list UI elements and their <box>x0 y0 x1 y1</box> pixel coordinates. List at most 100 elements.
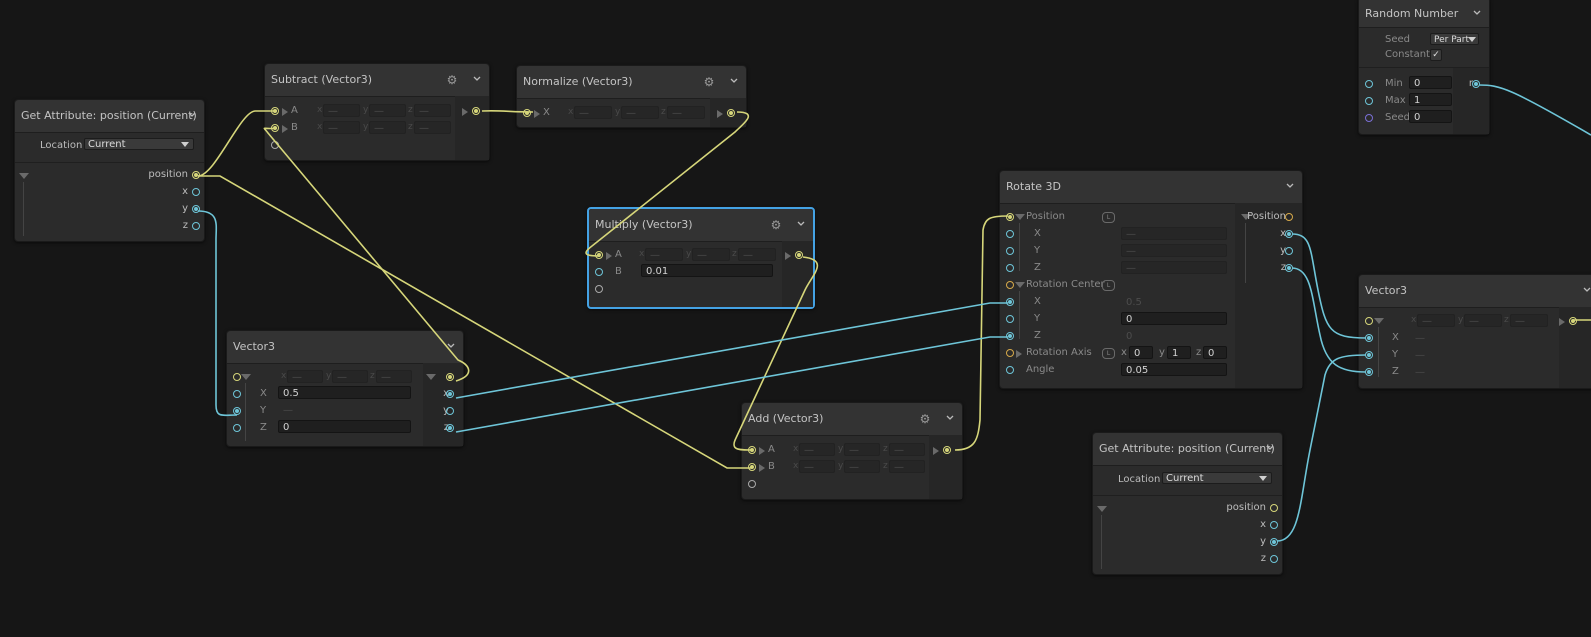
input-port-vector[interactable] <box>1365 317 1373 325</box>
expand-triangle-icon[interactable] <box>1015 214 1025 220</box>
b-y-field[interactable]: — <box>844 460 880 473</box>
b-x-field[interactable]: — <box>323 121 360 134</box>
axis-x-field[interactable]: 0 <box>1129 346 1153 359</box>
output-port-position[interactable] <box>1285 213 1293 221</box>
lock-icon[interactable]: L <box>1102 348 1115 359</box>
vec-z-field[interactable]: — <box>1510 314 1548 327</box>
chevron-down-icon[interactable] <box>1472 8 1482 18</box>
node-header[interactable]: Add (Vector3) ⚙ <box>742 403 962 436</box>
a-x-field[interactable]: — <box>323 104 360 117</box>
vec-y-field[interactable]: — <box>1464 314 1502 327</box>
x-y-field[interactable]: — <box>621 106 659 119</box>
output-port-x[interactable] <box>446 390 454 398</box>
x-value-field[interactable]: — <box>1410 331 1546 344</box>
node-header[interactable]: Random Number <box>1359 0 1489 28</box>
input-port-rotation-center[interactable] <box>1006 281 1014 289</box>
z-value-field[interactable]: 0 <box>278 420 411 433</box>
position-z-field[interactable]: — <box>1121 261 1227 274</box>
input-port-b[interactable] <box>271 124 279 132</box>
constant-checkbox[interactable]: ✓ <box>1430 49 1442 61</box>
add-input-port[interactable] <box>271 141 279 149</box>
vec-x-field[interactable]: — <box>287 370 323 383</box>
seed-mode-dropdown[interactable]: Per Part <box>1430 33 1479 45</box>
expand-arrow-icon[interactable] <box>759 447 765 455</box>
output-port-vector[interactable] <box>1569 317 1577 325</box>
input-port-rc-z[interactable] <box>1006 332 1014 340</box>
node-header[interactable]: Subtract (Vector3) ⚙ <box>265 64 489 97</box>
node-header[interactable]: Multiply (Vector3) ⚙ <box>589 209 813 242</box>
min-field[interactable]: 0 <box>1409 76 1452 89</box>
input-port-z[interactable] <box>1365 368 1373 376</box>
gear-icon[interactable]: ⚙ <box>445 73 459 87</box>
b-x-field[interactable]: — <box>799 460 835 473</box>
node-header[interactable]: Normalize (Vector3) ⚙ <box>517 66 746 99</box>
vec-x-field[interactable]: — <box>1417 314 1455 327</box>
max-field[interactable]: 1 <box>1409 93 1452 106</box>
input-port-position-x[interactable] <box>1006 230 1014 238</box>
a-y-field[interactable]: — <box>844 443 880 456</box>
expand-arrow-icon[interactable] <box>1016 350 1022 358</box>
output-port-z[interactable] <box>1270 555 1278 563</box>
input-port-a[interactable] <box>595 251 603 259</box>
input-port-b[interactable] <box>595 268 603 276</box>
chevron-down-icon[interactable] <box>446 341 456 351</box>
expand-arrow-icon[interactable] <box>606 252 612 260</box>
vector3-node[interactable]: Vector3 x — y — z — X 0.5 Y — Z 0 x y z <box>226 330 464 447</box>
expand-arrow-icon[interactable] <box>534 110 540 118</box>
random-number-node[interactable]: Random Number Seed Per Part Constant ✓ M… <box>1358 0 1490 135</box>
y-value-field[interactable]: — <box>278 403 411 416</box>
output-port[interactable] <box>943 446 951 454</box>
a-y-field[interactable]: — <box>369 104 406 117</box>
lock-icon[interactable]: L <box>1102 280 1115 291</box>
chevron-down-icon[interactable] <box>1265 443 1275 453</box>
input-port-z[interactable] <box>233 424 241 432</box>
output-port-x[interactable] <box>1270 521 1278 529</box>
lock-icon[interactable]: L <box>1102 212 1115 223</box>
node-header[interactable]: Get Attribute: position (Current) <box>1093 433 1282 466</box>
input-port-x[interactable] <box>233 390 241 398</box>
output-port[interactable] <box>472 107 480 115</box>
a-x-field[interactable]: — <box>645 248 683 261</box>
location-dropdown[interactable]: Current <box>1162 472 1272 484</box>
get-attribute-node-2[interactable]: Get Attribute: position (Current) Locati… <box>1092 432 1283 575</box>
node-header[interactable]: Rotate 3D <box>1000 171 1302 204</box>
rc-y-field[interactable]: 0 <box>1121 312 1227 325</box>
input-port-position[interactable] <box>1006 213 1014 221</box>
input-port-seed[interactable] <box>1365 114 1373 122</box>
input-port-a[interactable] <box>748 446 756 454</box>
chevron-down-icon[interactable] <box>1285 181 1295 191</box>
output-port-position[interactable] <box>192 171 200 179</box>
rotate-3d-node[interactable]: Rotate 3D Position L X — Y — Z — Rotatio… <box>999 170 1303 389</box>
node-header[interactable]: Vector3 <box>1359 275 1591 308</box>
expand-arrow-icon[interactable] <box>759 464 765 472</box>
chevron-down-icon[interactable] <box>472 74 482 84</box>
subtract-node[interactable]: Subtract (Vector3) ⚙ A x — y — z — B x —… <box>264 63 490 161</box>
seed-field[interactable]: 0 <box>1409 110 1452 123</box>
input-port-min[interactable] <box>1365 80 1373 88</box>
y-value-field[interactable]: — <box>1410 348 1546 361</box>
output-port-x[interactable] <box>192 188 200 196</box>
vec-y-field[interactable]: — <box>332 370 368 383</box>
b-z-field[interactable]: — <box>414 121 451 134</box>
add-input-port[interactable] <box>595 285 603 293</box>
input-port-y[interactable] <box>233 407 241 415</box>
input-port-b[interactable] <box>748 463 756 471</box>
output-port-y[interactable] <box>1285 247 1293 255</box>
vec-z-field[interactable]: — <box>376 370 412 383</box>
expand-triangle-icon[interactable] <box>1097 506 1107 512</box>
multiply-node[interactable]: Multiply (Vector3) ⚙ A x — y — z — B 0.0… <box>587 207 815 309</box>
b-value-field[interactable]: 0.01 <box>641 264 773 277</box>
output-port-x[interactable] <box>1285 230 1293 238</box>
output-port-z[interactable] <box>192 222 200 230</box>
axis-y-field[interactable]: 1 <box>1167 346 1191 359</box>
node-header[interactable]: Get Attribute: position (Current) <box>15 100 204 133</box>
a-x-field[interactable]: — <box>799 443 835 456</box>
input-port-rotation-axis[interactable] <box>1006 349 1014 357</box>
expand-triangle-icon[interactable] <box>241 374 251 380</box>
axis-z-field[interactable]: 0 <box>1203 346 1227 359</box>
input-port-a[interactable] <box>271 107 279 115</box>
a-z-field[interactable]: — <box>738 248 776 261</box>
output-port-vector[interactable] <box>446 373 454 381</box>
node-header[interactable]: Vector3 <box>227 331 463 364</box>
chevron-down-icon[interactable] <box>1582 285 1591 295</box>
